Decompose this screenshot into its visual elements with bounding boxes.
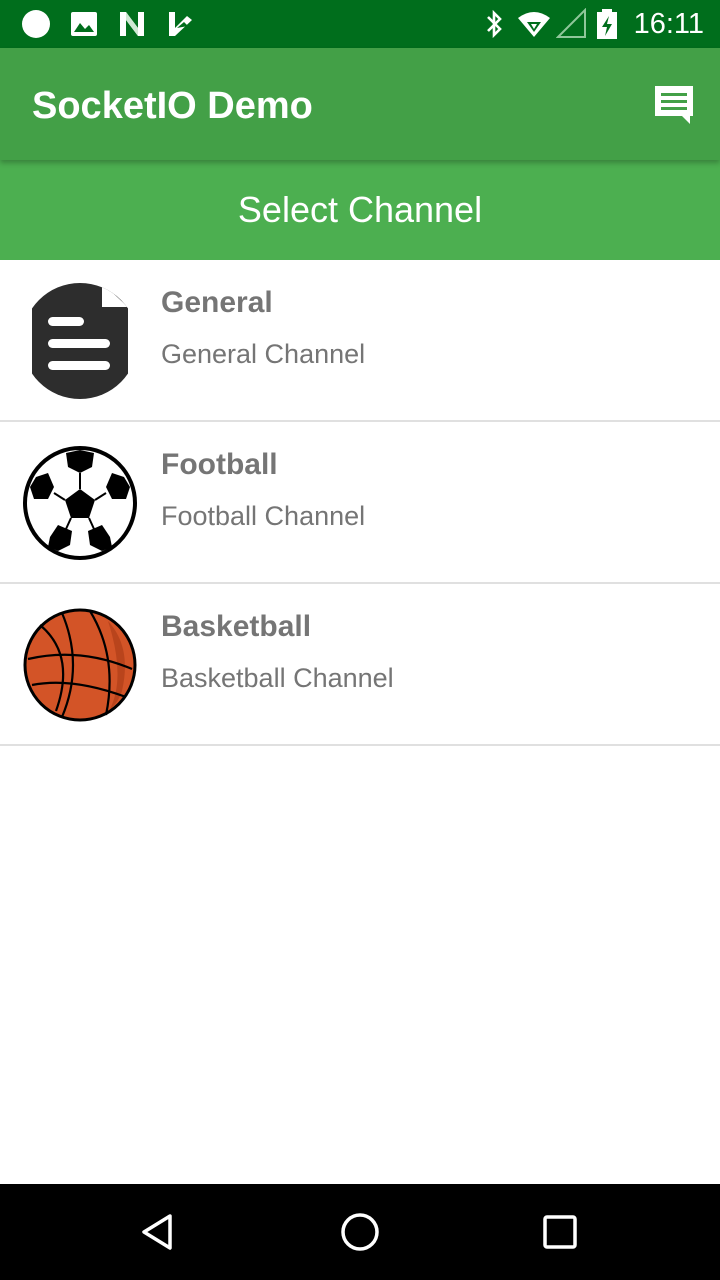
select-channel-label: Select Channel xyxy=(237,189,483,230)
app-bar: SocketIO Demo xyxy=(0,48,720,160)
status-bar: 16:11 xyxy=(0,0,720,48)
n-logo-icon xyxy=(120,12,144,36)
wifi-icon xyxy=(518,12,550,37)
channel-name: General xyxy=(161,286,273,319)
channel-list: General General Channel Football Footbal… xyxy=(0,260,720,746)
channel-item-general[interactable]: General General Channel xyxy=(0,260,720,422)
channel-description: Football Channel xyxy=(161,501,366,531)
channel-name: Football xyxy=(161,448,278,481)
channel-description: Basketball Channel xyxy=(161,663,394,693)
navigation-bar xyxy=(0,1184,720,1280)
cell-signal-icon xyxy=(556,8,586,38)
channel-item-basketball[interactable]: Basketball Basketball Channel xyxy=(0,584,720,746)
battery-icon xyxy=(597,9,617,39)
back-icon[interactable] xyxy=(136,1208,184,1256)
recents-icon[interactable] xyxy=(536,1208,584,1256)
circle-notification-icon xyxy=(22,10,50,38)
bluetooth-icon xyxy=(487,9,502,39)
chat-icon[interactable] xyxy=(652,82,696,126)
soccer-ball-icon xyxy=(23,446,137,560)
image-notification-icon xyxy=(71,12,97,36)
channel-item-football[interactable]: Football Football Channel xyxy=(0,422,720,584)
select-channel-header: Select Channel xyxy=(0,160,720,260)
status-time: 16:11 xyxy=(633,8,704,40)
app-title: SocketIO Demo xyxy=(32,85,313,127)
channel-description: General Channel xyxy=(161,339,366,369)
channel-name: Basketball xyxy=(161,610,312,643)
checkmark-app-icon xyxy=(169,12,192,36)
document-icon xyxy=(22,283,138,399)
home-icon[interactable] xyxy=(336,1208,384,1256)
basketball-icon xyxy=(23,608,137,722)
